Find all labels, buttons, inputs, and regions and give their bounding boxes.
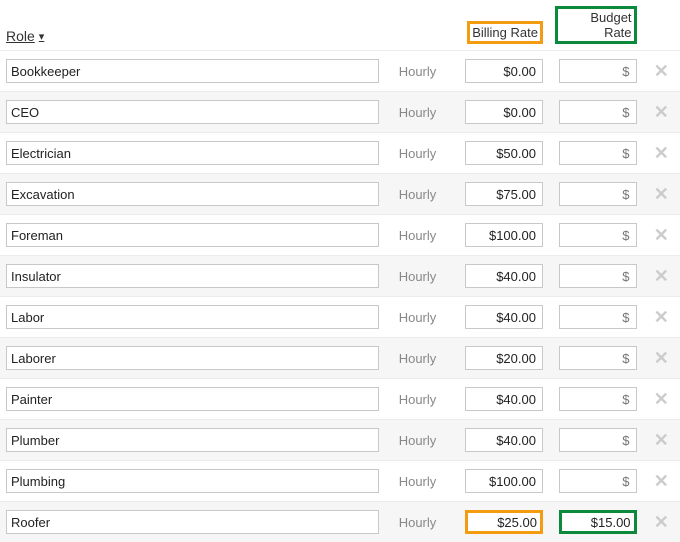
billing-rate-input[interactable] (465, 387, 543, 411)
table-row: Hourly ✕ (0, 379, 680, 420)
table-row: Hourly ✕ (0, 461, 680, 502)
role-name-input[interactable] (6, 510, 379, 534)
delete-row-button[interactable]: ✕ (654, 267, 669, 285)
role-name-input[interactable] (6, 182, 379, 206)
rate-type-label: Hourly (399, 269, 437, 284)
budget-rate-input[interactable] (559, 469, 637, 493)
roles-table: Role ▾ Billing Rate Budget Rate Hourly✕H… (0, 0, 680, 542)
billing-rate-input[interactable] (465, 346, 543, 370)
budget-rate-input[interactable] (559, 510, 637, 534)
delete-row-button[interactable]: ✕ (654, 62, 669, 80)
rate-type-label: Hourly (399, 187, 437, 202)
table-row: Hourly ✕ (0, 215, 680, 256)
rate-type-label: Hourly (399, 105, 437, 120)
billing-rate-input[interactable] (465, 59, 543, 83)
billing-rate-input[interactable] (465, 264, 543, 288)
delete-row-button[interactable]: ✕ (654, 308, 669, 326)
table-row: Hourly ✕ (0, 502, 680, 542)
table-row: Hourly ✕ (0, 338, 680, 379)
rate-type-label: Hourly (399, 228, 437, 243)
rate-type-label: Hourly (399, 515, 437, 530)
delete-row-button[interactable]: ✕ (654, 226, 669, 244)
billing-rate-input[interactable] (465, 100, 543, 124)
delete-row-button[interactable]: ✕ (654, 472, 669, 490)
budget-rate-input[interactable] (559, 100, 637, 124)
delete-row-button[interactable]: ✕ (654, 513, 669, 531)
budget-rate-input[interactable] (559, 182, 637, 206)
role-name-input[interactable] (6, 264, 379, 288)
rate-type-label: Hourly (399, 474, 437, 489)
budget-rate-input[interactable] (559, 59, 637, 83)
delete-row-button[interactable]: ✕ (654, 103, 669, 121)
role-name-input[interactable] (6, 141, 379, 165)
delete-row-button[interactable]: ✕ (654, 390, 669, 408)
billing-rate-input[interactable] (465, 428, 543, 452)
budget-rate-input[interactable] (559, 305, 637, 329)
role-name-input[interactable] (6, 346, 379, 370)
billing-rate-input[interactable] (465, 141, 543, 165)
billing-rate-input[interactable] (465, 182, 543, 206)
sort-asc-icon: ▾ (39, 30, 45, 43)
rate-type-label: Hourly (399, 433, 437, 448)
delete-row-button[interactable]: ✕ (654, 349, 669, 367)
budget-rate-input[interactable] (559, 387, 637, 411)
delete-row-button[interactable]: ✕ (654, 185, 669, 203)
budget-rate-input[interactable] (559, 264, 637, 288)
budget-rate-input[interactable] (559, 223, 637, 247)
delete-row-button[interactable]: ✕ (654, 431, 669, 449)
table-row: Hourly ✕ (0, 297, 680, 338)
billing-rate-input[interactable] (465, 223, 543, 247)
billing-rate-column-header[interactable]: Billing Rate (467, 21, 543, 44)
role-name-input[interactable] (6, 387, 379, 411)
table-row: Hourly ✕ (0, 133, 680, 174)
delete-row-button[interactable]: ✕ (654, 144, 669, 162)
role-name-input[interactable] (6, 305, 379, 329)
table-header-row: Role ▾ Billing Rate Budget Rate (0, 0, 680, 51)
rate-type-label: Hourly (399, 64, 437, 79)
rate-type-label: Hourly (399, 392, 437, 407)
role-name-input[interactable] (6, 223, 379, 247)
billing-rate-input[interactable] (465, 469, 543, 493)
rate-type-label: Hourly (399, 351, 437, 366)
table-row: Hourly ✕ (0, 51, 680, 92)
table-row: Hourly ✕ (0, 174, 680, 215)
budget-rate-input[interactable] (559, 141, 637, 165)
budget-rate-input[interactable] (559, 428, 637, 452)
role-column-header[interactable]: Role ▾ (6, 28, 44, 44)
rate-type-label: Hourly (399, 310, 437, 325)
budget-rate-input[interactable] (559, 346, 637, 370)
table-row: Hourly ✕ (0, 256, 680, 297)
table-row: Hourly ✕ (0, 420, 680, 461)
role-name-input[interactable] (6, 59, 379, 83)
billing-rate-input[interactable] (465, 510, 543, 534)
rate-type-label: Hourly (399, 146, 437, 161)
table-row: Hourly ✕ (0, 92, 680, 133)
role-name-input[interactable] (6, 100, 379, 124)
role-name-input[interactable] (6, 469, 379, 493)
budget-rate-column-header[interactable]: Budget Rate (555, 6, 637, 44)
role-header-label: Role (6, 28, 35, 44)
role-name-input[interactable] (6, 428, 379, 452)
billing-rate-input[interactable] (465, 305, 543, 329)
